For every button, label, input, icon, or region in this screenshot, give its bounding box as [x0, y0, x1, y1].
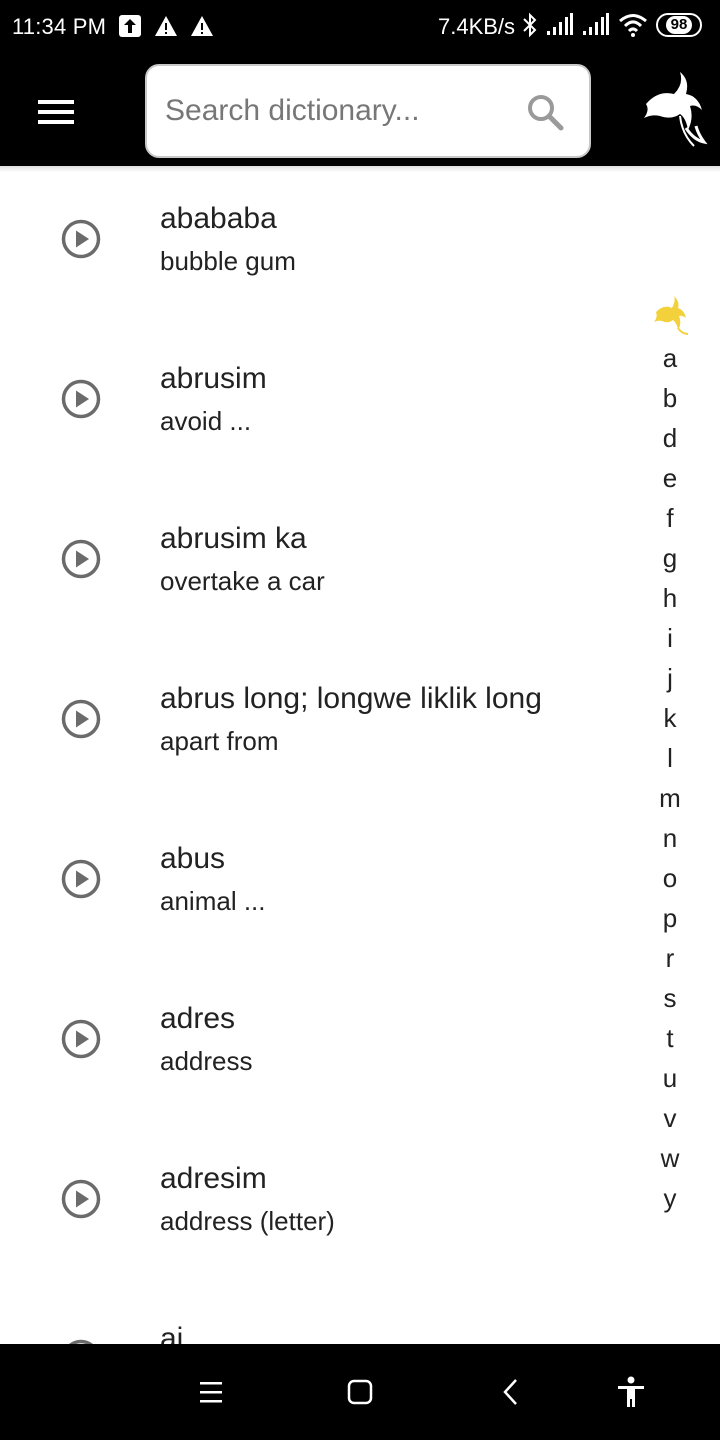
dictionary-entry[interactable]: abrusim avoid ...: [0, 326, 640, 486]
signal-icon: [583, 13, 609, 35]
dictionary-entry[interactable]: abrus long; longwe liklik long apart from: [0, 646, 640, 806]
play-audio-icon[interactable]: [60, 698, 102, 740]
index-letter[interactable]: b: [650, 378, 690, 418]
search-icon[interactable]: [525, 92, 565, 132]
accessibility-icon[interactable]: [613, 1374, 649, 1410]
entry-word: ai: [160, 1322, 184, 1344]
index-letter[interactable]: r: [650, 938, 690, 978]
play-audio-icon[interactable]: [60, 1018, 102, 1060]
index-letter[interactable]: i: [650, 618, 690, 658]
index-letter[interactable]: e: [650, 458, 690, 498]
play-audio-icon[interactable]: [60, 538, 102, 580]
index-letter[interactable]: u: [650, 1058, 690, 1098]
play-audio-icon[interactable]: [60, 858, 102, 900]
bird-of-paradise-icon[interactable]: [652, 296, 690, 336]
notification-icons: [118, 14, 214, 38]
entry-word: adres: [160, 1002, 236, 1035]
dictionary-entry[interactable]: abababa bubble gum: [0, 166, 640, 326]
play-audio-icon[interactable]: [60, 378, 102, 420]
entry-word: abababa: [160, 202, 277, 235]
entry-definition: bubble gum: [160, 246, 296, 276]
index-letter[interactable]: f: [650, 498, 690, 538]
entry-word: abrusim: [160, 362, 267, 395]
entry-word: abrusim ka: [160, 522, 307, 555]
search-input[interactable]: [165, 88, 505, 134]
index-letter[interactable]: l: [650, 738, 690, 778]
index-letter[interactable]: g: [650, 538, 690, 578]
dictionary-entry[interactable]: abrusim ka overtake a car: [0, 486, 640, 646]
wifi-icon: [619, 14, 647, 37]
index-letter[interactable]: w: [650, 1138, 690, 1178]
entry-definition: apart from: [160, 726, 279, 756]
index-letter[interactable]: n: [650, 818, 690, 858]
battery-level: 98: [665, 16, 693, 34]
recents-icon[interactable]: [193, 1374, 229, 1410]
index-letter[interactable]: v: [650, 1098, 690, 1138]
entry-word: abrus long; longwe liklik long: [160, 682, 542, 715]
play-audio-icon[interactable]: [60, 1178, 102, 1220]
bird-of-paradise-logo-icon: [644, 72, 708, 147]
index-letter[interactable]: a: [650, 338, 690, 378]
index-letter[interactable]: y: [650, 1178, 690, 1218]
index-letter[interactable]: o: [650, 858, 690, 898]
play-audio-icon[interactable]: [60, 218, 102, 260]
dictionary-entry[interactable]: ai: [0, 1286, 640, 1344]
index-letter[interactable]: d: [650, 418, 690, 458]
entry-definition: address (letter): [160, 1206, 335, 1236]
alphabet-index[interactable]: abdefghijklmnoprstuvwy: [650, 338, 690, 1218]
app-bar: [0, 56, 720, 166]
entry-definition: avoid ...: [160, 406, 252, 436]
status-bar: 11:34 PM 7.4KB/s 98: [0, 0, 720, 56]
index-letter[interactable]: m: [650, 778, 690, 818]
bluetooth-icon: [523, 12, 537, 38]
app-bar-shadow: [0, 166, 720, 172]
dictionary-entry[interactable]: abus animal ...: [0, 806, 640, 966]
index-letter[interactable]: p: [650, 898, 690, 938]
entry-definition: overtake a car: [160, 566, 325, 596]
entry-definition: address: [160, 1046, 253, 1076]
search-bar[interactable]: [145, 64, 591, 158]
upload-arrow-icon: [119, 15, 141, 37]
dictionary-entry-list[interactable]: abababa bubble gum abrusim avoid ... abrusim…: [0, 166, 720, 1344]
dictionary-entry[interactable]: adres address: [0, 966, 640, 1126]
index-letter[interactable]: t: [650, 1018, 690, 1058]
back-icon[interactable]: [494, 1374, 530, 1410]
index-letter[interactable]: h: [650, 578, 690, 618]
navigation-bar: [0, 1344, 720, 1440]
dictionary-entry[interactable]: adresim address (letter): [0, 1126, 640, 1286]
entry-word: adresim: [160, 1162, 267, 1195]
index-letter[interactable]: j: [650, 658, 690, 698]
signal-icon: [547, 13, 573, 35]
entry-word: abus: [160, 842, 226, 875]
warning-icon: [155, 16, 177, 36]
battery-indicator: 98: [656, 13, 702, 37]
status-time: 11:34 PM: [12, 14, 107, 39]
index-letter[interactable]: s: [650, 978, 690, 1018]
network-speed: 7.4KB/s: [438, 14, 516, 39]
system-icons: 98: [522, 12, 702, 38]
index-letter[interactable]: k: [650, 698, 690, 738]
entry-definition: animal ...: [160, 886, 266, 916]
home-icon[interactable]: [342, 1374, 378, 1410]
warning-icon: [191, 16, 213, 36]
menu-button[interactable]: [28, 90, 84, 132]
